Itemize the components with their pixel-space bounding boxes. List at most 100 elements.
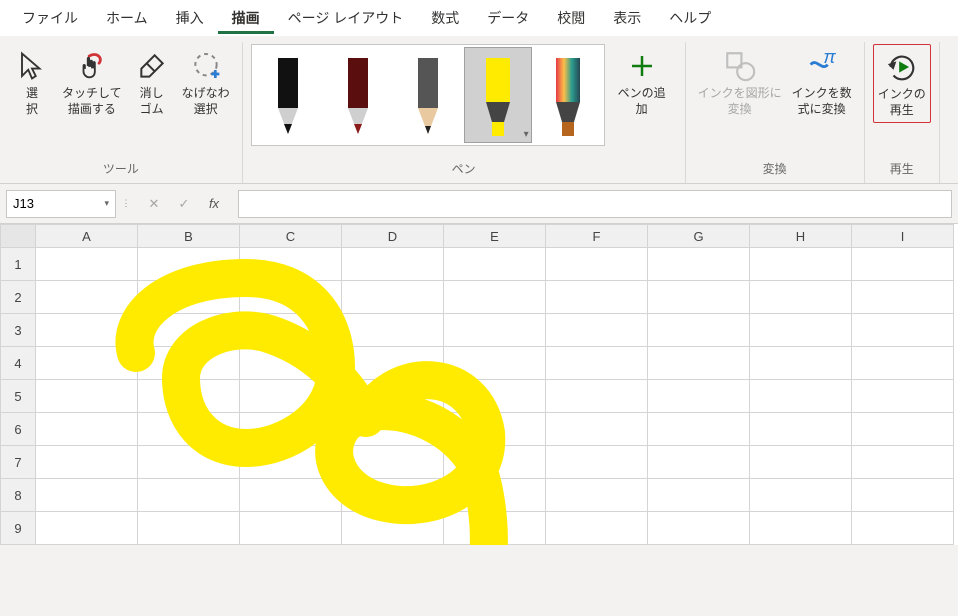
cell[interactable]: [852, 446, 954, 479]
cell[interactable]: [240, 479, 342, 512]
cell[interactable]: [444, 314, 546, 347]
cell[interactable]: [648, 347, 750, 380]
col-header[interactable]: B: [138, 224, 240, 248]
cell[interactable]: [546, 248, 648, 281]
formula-input[interactable]: [238, 190, 952, 218]
cell[interactable]: [852, 380, 954, 413]
highlighter-yellow[interactable]: ▾: [464, 47, 532, 143]
menu-draw[interactable]: 描画: [218, 2, 274, 34]
cell[interactable]: [750, 413, 852, 446]
col-header[interactable]: G: [648, 224, 750, 248]
select-button[interactable]: 選 択: [8, 44, 56, 121]
menu-insert[interactable]: 挿入: [162, 2, 218, 34]
cell[interactable]: [546, 446, 648, 479]
row-header[interactable]: 6: [0, 413, 36, 446]
cell[interactable]: [648, 248, 750, 281]
col-header[interactable]: I: [852, 224, 954, 248]
add-pen-button[interactable]: ペンの追 加: [607, 44, 677, 121]
check-icon[interactable]: ✓: [170, 190, 198, 218]
cell[interactable]: [36, 380, 138, 413]
cell[interactable]: [240, 413, 342, 446]
cell[interactable]: [444, 413, 546, 446]
cell[interactable]: [444, 479, 546, 512]
cell[interactable]: [852, 347, 954, 380]
menu-home[interactable]: ホーム: [92, 2, 162, 34]
menu-view[interactable]: 表示: [599, 2, 655, 34]
row-header[interactable]: 8: [0, 479, 36, 512]
cell[interactable]: [648, 446, 750, 479]
cell[interactable]: [546, 479, 648, 512]
cell[interactable]: [546, 281, 648, 314]
cancel-icon[interactable]: ✕: [140, 190, 168, 218]
cell[interactable]: [342, 281, 444, 314]
cell[interactable]: [342, 446, 444, 479]
cell[interactable]: [750, 512, 852, 545]
fx-icon[interactable]: fx: [200, 190, 228, 218]
cell[interactable]: [444, 446, 546, 479]
cell[interactable]: [36, 314, 138, 347]
cell[interactable]: [342, 314, 444, 347]
cell[interactable]: [342, 248, 444, 281]
pen-red[interactable]: [324, 47, 392, 143]
menu-help[interactable]: ヘルプ: [655, 2, 725, 34]
cell[interactable]: [240, 446, 342, 479]
cell[interactable]: [36, 413, 138, 446]
cell[interactable]: [138, 380, 240, 413]
row-header[interactable]: 2: [0, 281, 36, 314]
cell[interactable]: [852, 248, 954, 281]
cell[interactable]: [36, 479, 138, 512]
cell[interactable]: [648, 281, 750, 314]
cell[interactable]: [342, 347, 444, 380]
cell[interactable]: [342, 512, 444, 545]
row-header[interactable]: 7: [0, 446, 36, 479]
cell[interactable]: [138, 512, 240, 545]
cell[interactable]: [444, 248, 546, 281]
cell[interactable]: [138, 314, 240, 347]
cell[interactable]: [240, 281, 342, 314]
cell[interactable]: [138, 248, 240, 281]
cell[interactable]: [852, 281, 954, 314]
cell[interactable]: [36, 512, 138, 545]
cell[interactable]: [138, 413, 240, 446]
cell[interactable]: [750, 248, 852, 281]
cell[interactable]: [240, 380, 342, 413]
menu-page-layout[interactable]: ページ レイアウト: [274, 2, 418, 34]
col-header[interactable]: E: [444, 224, 546, 248]
cell[interactable]: [240, 512, 342, 545]
cell[interactable]: [852, 479, 954, 512]
cell[interactable]: [546, 413, 648, 446]
cell[interactable]: [444, 512, 546, 545]
menu-file[interactable]: ファイル: [8, 2, 92, 34]
cell[interactable]: [648, 479, 750, 512]
cell[interactable]: [546, 347, 648, 380]
cell[interactable]: [240, 314, 342, 347]
col-header[interactable]: D: [342, 224, 444, 248]
pen-black[interactable]: [254, 47, 322, 143]
cell[interactable]: [342, 479, 444, 512]
cell[interactable]: [36, 281, 138, 314]
cell[interactable]: [240, 347, 342, 380]
cell[interactable]: [750, 314, 852, 347]
cell[interactable]: [138, 347, 240, 380]
select-all-corner[interactable]: [0, 224, 36, 248]
cell[interactable]: [138, 446, 240, 479]
cell[interactable]: [852, 413, 954, 446]
menu-data[interactable]: データ: [473, 2, 543, 34]
name-box[interactable]: J13: [6, 190, 116, 218]
cell[interactable]: [342, 380, 444, 413]
col-header[interactable]: C: [240, 224, 342, 248]
cell[interactable]: [648, 314, 750, 347]
cell[interactable]: [546, 314, 648, 347]
chevron-down-icon[interactable]: ▾: [524, 129, 529, 140]
cell[interactable]: [342, 413, 444, 446]
ink-to-shape-button[interactable]: インクを図形に 変換: [694, 44, 786, 121]
cell[interactable]: [750, 446, 852, 479]
cell[interactable]: [444, 347, 546, 380]
cell[interactable]: [546, 380, 648, 413]
lasso-button[interactable]: なげなわ 選択: [178, 44, 234, 121]
name-box-expand[interactable]: ⋮: [122, 198, 130, 209]
col-header[interactable]: A: [36, 224, 138, 248]
cell[interactable]: [750, 281, 852, 314]
pencil-gray[interactable]: [394, 47, 462, 143]
row-header[interactable]: 1: [0, 248, 36, 281]
